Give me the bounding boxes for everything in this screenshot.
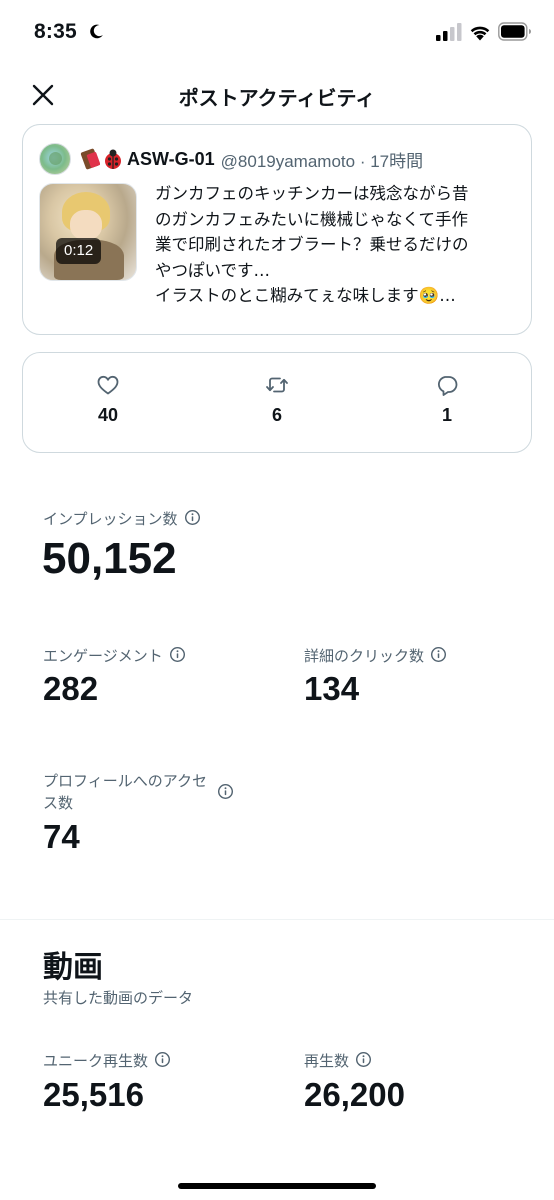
avatar[interactable] [39, 143, 71, 175]
reply-icon [437, 376, 458, 396]
page-title: ポストアクティビティ [178, 86, 376, 110]
video-section-title: 動画 [43, 950, 103, 985]
post-header: ASW-G-01 @8019yamamoto · 17時間 [39, 143, 423, 175]
post-text-line: やつぽいです… [155, 260, 271, 280]
heart-icon [97, 375, 119, 395]
status-time: 8:35 [34, 20, 77, 43]
info-icon[interactable] [154, 1051, 171, 1068]
wifi-icon [470, 26, 490, 41]
unique-plays-label: ユニーク再生数 [43, 1050, 171, 1071]
nav-bar: ポストアクティビティ [0, 68, 554, 122]
engagements-value: 282 [43, 670, 99, 707]
battery-icon [498, 22, 531, 41]
replies-count: 1 [441, 405, 452, 425]
divider [0, 919, 554, 920]
info-icon[interactable] [184, 509, 201, 526]
profile-visits-label: プロフィールへのアクセ ス数 [43, 770, 263, 814]
info-icon[interactable] [430, 646, 447, 663]
video-section-subtitle: 共有した動画のデータ [43, 989, 194, 1007]
author-handle-time: @8019yamamoto · 17時間 [220, 151, 424, 171]
engagements-label: エンゲージメント [43, 645, 186, 666]
impressions-value: 50,152 [42, 534, 177, 583]
post-text-line: ガンカフェのキッチンカーは残念ながら昔 [155, 184, 469, 203]
moon-icon [90, 24, 103, 39]
post-preview-card[interactable]: ASW-G-01 @8019yamamoto · 17時間 0:12 ガンカフェ… [22, 124, 532, 335]
profile-visits-value: 74 [43, 818, 80, 855]
unique-plays-value: 25,516 [43, 1076, 144, 1113]
likes-count: 40 [97, 405, 119, 425]
signal-icon [436, 23, 462, 41]
likes-stat[interactable]: 40 [68, 373, 148, 426]
detail-clicks-label: 詳細のクリック数 [304, 645, 447, 666]
post-text-line: のガンカフェみたいに機械じゃなくて手作 [155, 209, 469, 229]
ladybug-emoji-icon [105, 149, 121, 169]
home-indicator[interactable] [178, 1183, 376, 1189]
post-text: ガンカフェのキッチンカーは残念ながら昔 のガンカフェみたいに機械じゃなくて手作 … [155, 181, 525, 309]
reposts-count: 6 [271, 405, 282, 425]
video-duration-badge: 0:12 [56, 238, 102, 264]
impressions-label: インプレッション数 [43, 508, 201, 529]
plays-value: 26,200 [304, 1076, 405, 1113]
video-thumbnail[interactable]: 0:12 [39, 183, 137, 281]
detail-clicks-value: 134 [304, 670, 360, 707]
replies-stat[interactable]: 1 [407, 373, 487, 426]
post-text-line: 業で印刷されたオブラート？乗せるだけの [155, 235, 469, 254]
status-bar: 8:35 [0, 0, 554, 68]
info-icon[interactable] [217, 783, 234, 800]
repost-icon [266, 377, 288, 393]
reposts-stat[interactable]: 6 [237, 373, 317, 426]
info-icon[interactable] [355, 1051, 372, 1068]
author-name[interactable]: ASW-G-01 [127, 149, 215, 170]
post-text-line: イラストのとこ糊みてぇな味します🥹… [155, 286, 456, 305]
plays-label: 再生数 [304, 1050, 372, 1071]
info-icon[interactable] [169, 646, 186, 663]
chocolate-emoji-icon [80, 148, 100, 170]
engagement-stats-card: 40 6 1 [22, 352, 532, 453]
